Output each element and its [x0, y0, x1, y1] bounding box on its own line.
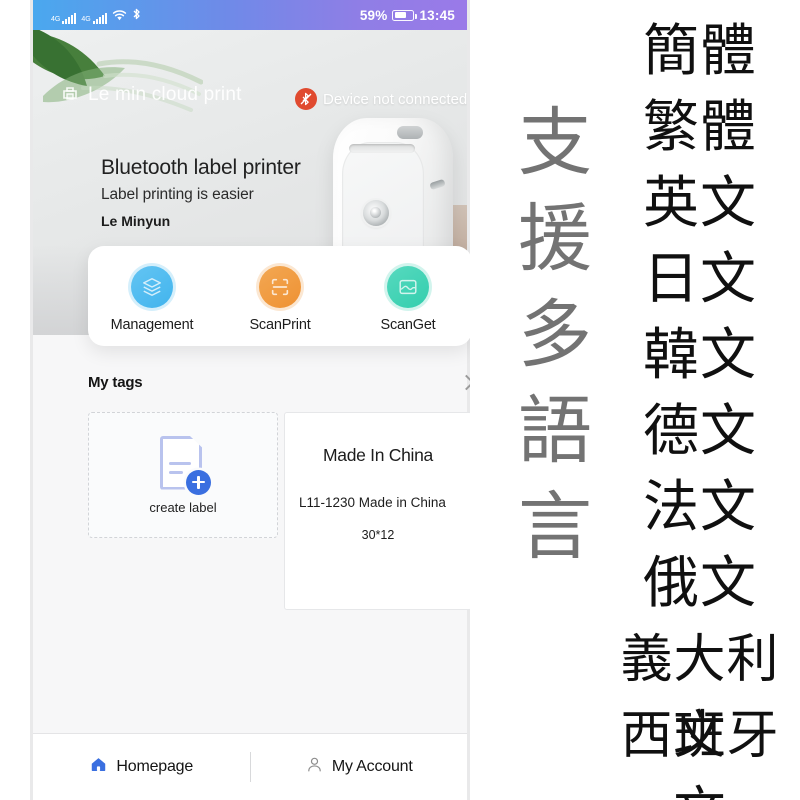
hero-title: Bluetooth label printer — [101, 156, 301, 179]
battery-percent-label: 59% — [359, 7, 388, 23]
language-item: 簡體 — [643, 19, 757, 84]
device-connection-status: Device not connected — [295, 88, 467, 110]
nav-item-my-account[interactable]: My Account — [251, 755, 468, 779]
language-item: 西班牙文 — [620, 706, 780, 800]
language-item: 繁體 — [643, 95, 757, 160]
label-preview-text: Made In China — [323, 445, 433, 465]
brand-name-label: Le min cloud print — [88, 83, 242, 105]
network-type-1: 4G — [51, 15, 61, 23]
bottom-navigation: Homepage My Account — [33, 734, 467, 800]
label-preview: Made In China — [299, 431, 457, 482]
language-item: 韓文 — [643, 323, 757, 388]
signal-icon-1: 4G — [51, 12, 77, 24]
nav-homepage-label: Homepage — [116, 758, 194, 775]
status-bar-right: 59% 13:45 — [360, 8, 455, 23]
language-item: 英文 — [643, 171, 757, 236]
promo-char-2: 援 — [518, 196, 592, 282]
promo-vertical-text: 支 援 多 語 言 — [505, 95, 605, 575]
wifi-icon — [112, 9, 127, 24]
promo-char-5: 言 — [518, 484, 592, 570]
language-item: 德文 — [643, 399, 757, 464]
layers-icon — [128, 262, 176, 311]
promo-char-1: 支 — [518, 100, 592, 186]
quick-actions-card: Management ScanPrint ScanGet — [88, 246, 470, 346]
phone-mockup: 4G 4G 59% 13:45 Le min cloud print Devic… — [30, 0, 470, 800]
promo-char-4: 語 — [518, 388, 592, 474]
network-type-2: 4G — [81, 15, 91, 23]
home-icon — [89, 755, 108, 779]
screenshot-root: 4G 4G 59% 13:45 Le min cloud print Devic… — [0, 0, 800, 800]
promo-char-3: 多 — [518, 292, 592, 378]
hero-copy: Bluetooth label printer Label printing i… — [101, 155, 301, 229]
language-item: 俄文 — [643, 551, 757, 616]
tag-tiles: create label Made In China L11-1230 Made… — [88, 412, 470, 610]
language-item: 法文 — [643, 475, 757, 540]
phone-right-edge — [467, 0, 470, 800]
action-management[interactable]: Management — [96, 262, 208, 333]
cloud-printer-icon — [59, 82, 81, 107]
bluetooth-icon — [132, 7, 141, 24]
create-label-tile[interactable]: create label — [88, 412, 278, 538]
hero-vendor: Le Minyun — [101, 213, 171, 230]
battery-icon — [392, 9, 418, 21]
status-bar-left: 4G 4G — [51, 7, 141, 24]
bluetooth-disconnected-icon — [295, 88, 317, 110]
scan-frame-icon — [256, 262, 304, 311]
status-bar: 4G 4G 59% 13:45 — [33, 0, 467, 30]
supported-languages-list: 簡體 繁體 英文 日文 韓文 德文 法文 俄文 義大利文 西班牙文 — [600, 14, 800, 800]
person-icon — [305, 755, 324, 779]
nav-item-homepage[interactable]: Homepage — [33, 755, 250, 779]
my-tags-title: My tags — [88, 374, 143, 391]
label-tile[interactable]: Made In China L11-1230 Made in China 30*… — [284, 412, 470, 610]
label-size: 30*12 — [361, 528, 395, 543]
action-scanprint[interactable]: ScanPrint — [224, 262, 336, 333]
create-label-text: create label — [149, 499, 217, 515]
inbox-tray-icon — [384, 262, 432, 311]
language-item: 義大利文 — [620, 630, 780, 766]
action-scanprint-label: ScanPrint — [249, 316, 311, 333]
hero-subtitle: Label printing is easier — [101, 186, 254, 204]
document-add-icon — [156, 435, 211, 495]
connection-status-label: Device not connected — [323, 90, 467, 108]
my-tags-header[interactable]: My tags — [88, 374, 470, 391]
signal-icon-2: 4G — [81, 12, 107, 24]
brand-row: Le min cloud print — [59, 82, 242, 107]
action-scanget-label: ScanGet — [380, 316, 436, 333]
clock-label: 13:45 — [419, 7, 455, 23]
chevron-right-icon[interactable] — [458, 374, 470, 391]
action-management-label: Management — [110, 316, 194, 333]
language-item: 日文 — [643, 247, 757, 312]
label-name: L11-1230 Made in China — [299, 495, 446, 510]
action-scanget[interactable]: ScanGet — [352, 262, 464, 333]
nav-my-account-label: My Account — [331, 758, 413, 775]
